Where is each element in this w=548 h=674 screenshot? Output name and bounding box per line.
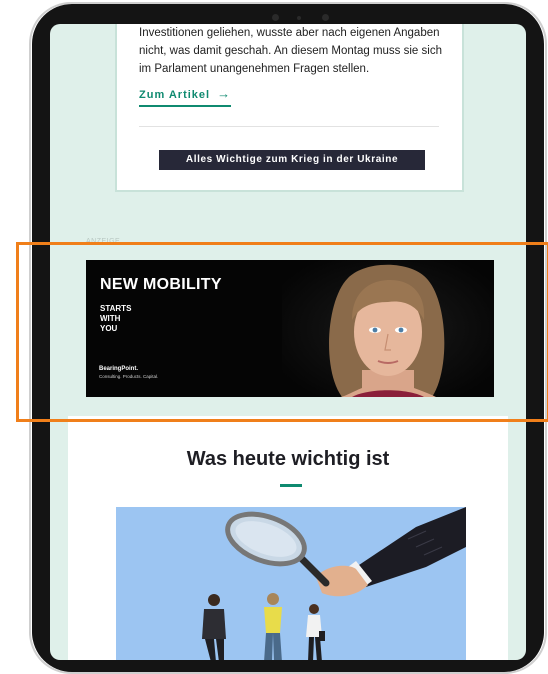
ukraine-news-button[interactable]: Alles Wichtige zum Krieg in der Ukraine (159, 150, 425, 170)
article-text-line: im Parlament unangenehmen Fragen stellen… (139, 63, 370, 75)
section-title: Was heute wichtig ist (186, 448, 390, 470)
camera-bar (272, 12, 342, 22)
section-title-underline (280, 484, 302, 487)
article-teaser: Investitionen geliehen, wusste aber nach… (139, 24, 447, 78)
article-link[interactable]: Zum Artikel → (139, 86, 232, 107)
article-text-line: nicht, was damit geschah. An diesem Mont… (139, 45, 442, 57)
section-hero-image[interactable] (116, 507, 466, 660)
magnifying-glass-icon (202, 507, 466, 660)
article-text-line: Investitionen geliehen, wusste aber nach… (139, 27, 440, 39)
article-card: Investitionen geliehen, wusste aber nach… (115, 24, 464, 192)
ad-highlight-box (16, 242, 548, 422)
card-divider (139, 126, 439, 127)
right-arrow-icon: → (217, 86, 232, 101)
article-link-label: Zum Artikel (139, 89, 211, 101)
